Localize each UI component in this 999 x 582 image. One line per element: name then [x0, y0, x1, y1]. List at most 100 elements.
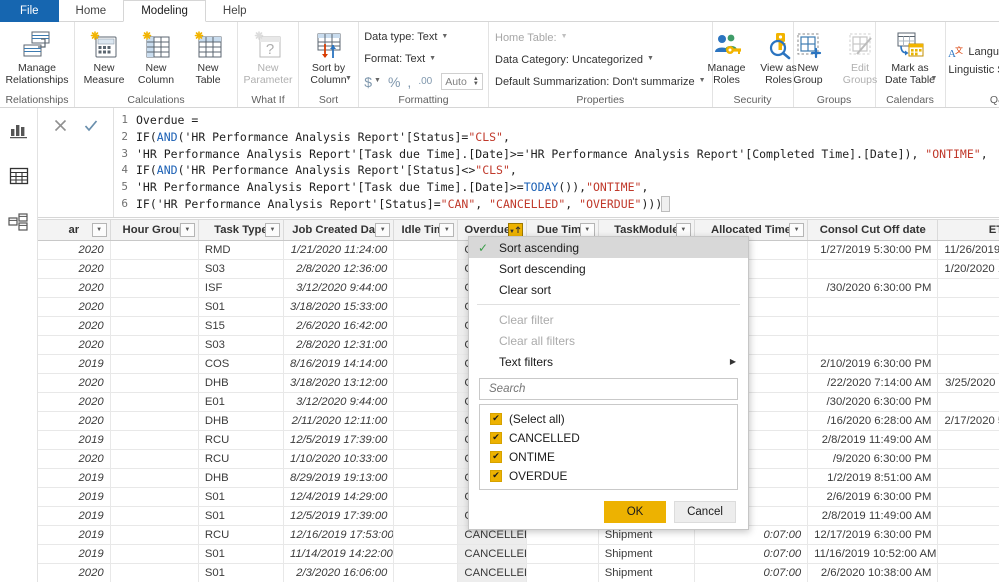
sort-by-column-button[interactable]: Sort by Column ▼ [296, 25, 362, 85]
column-filter-button[interactable]: ▼ [789, 223, 805, 237]
checkbox[interactable]: ✔ [490, 469, 502, 482]
ribbon-group-properties: Home Table: ▼ Data Category: Uncategoriz… [489, 22, 713, 107]
column-header-job-created-date[interactable]: Job Created Date ▼ [283, 219, 395, 241]
chevron-down-icon: ▼ [345, 75, 352, 82]
checkbox[interactable]: ✔ [490, 412, 502, 425]
column-header-task-type[interactable]: Task Type ▼ [198, 219, 285, 241]
tab-home[interactable]: Home [59, 0, 124, 22]
menu-item-sort-descending[interactable]: Sort descending [469, 258, 748, 279]
column-header-idle-time[interactable]: Idle Time ▼ [393, 219, 459, 241]
column-header-consol-cut-off-date[interactable]: Consol Cut Off date [807, 219, 939, 241]
filter-option-cancelled[interactable]: ✔ CANCELLED [480, 428, 737, 447]
table-cell [110, 449, 199, 469]
tab-file[interactable]: File [0, 0, 59, 22]
checkbox[interactable]: ✔ [490, 450, 502, 463]
currency-format-button[interactable]: $ [364, 74, 372, 90]
table-cell: 0:07:00 [694, 544, 809, 564]
manage-roles-button[interactable]: Manage Roles [701, 25, 753, 86]
default-summarization-label: Default Summarization: Don't summarize [495, 75, 695, 88]
table-cell: 1/21/2020 11:24:00 [283, 240, 395, 260]
table-cell: 11/26/2019 8:00:00 PM [937, 240, 999, 260]
decimal-places-stepper[interactable]: Auto ▲ ▼ [441, 73, 483, 90]
ribbon-group-title-qna: Q&A [989, 94, 999, 106]
menu-item-sort-ascending[interactable]: ✓ Sort ascending [469, 237, 748, 258]
column-header-hour-group[interactable]: Hour Group ▼ [110, 219, 199, 241]
new-measure-button[interactable]: New Measure [78, 25, 130, 86]
sort-ascending-icon[interactable]: ▼ [507, 223, 523, 237]
menu-item-clear-all-filters[interactable]: Clear all filters [469, 330, 748, 351]
column-filter-button[interactable]: ▼ [91, 223, 107, 237]
filter-option--select-all-[interactable]: ✔ (Select all) [480, 409, 737, 428]
menu-item-clear-sort[interactable]: Clear sort [469, 279, 748, 300]
new-group-button[interactable]: New Group [782, 25, 834, 86]
data-category-dropdown[interactable]: Data Category: Uncategorized ▼ [495, 50, 706, 70]
table-icon [9, 167, 29, 185]
new-table-button[interactable]: New Table [182, 25, 234, 86]
table-cell: DHB [198, 468, 285, 488]
menu-item-label: Sort ascending [499, 240, 580, 255]
menu-item-label: Text filters [499, 354, 554, 369]
report-view-button[interactable] [4, 116, 34, 144]
new-column-button[interactable]: New Column [130, 25, 182, 86]
column-filter-button[interactable]: ▼ [179, 223, 195, 237]
percent-format-button[interactable]: % [388, 74, 400, 90]
table-cell: 12/5/2019 17:39:00 [283, 506, 395, 526]
comma-format-button[interactable]: , [407, 74, 411, 90]
table-cell: S15 [198, 316, 285, 336]
formula-line-text: 'HR Performance Analysis Report'[Task du… [136, 180, 649, 195]
column-filter-button[interactable]: ▼ [439, 223, 455, 237]
table-cell: ISF [198, 278, 285, 298]
chevron-down-icon: ▼ [429, 54, 437, 62]
table-cell: 8/29/2019 19:13:00 [283, 468, 395, 488]
column-header-ar[interactable]: ar ▼ [38, 219, 111, 241]
filter-cancel-button[interactable]: Cancel [674, 501, 736, 523]
number-format-toolbar: $ ▼ % , .00 Auto ▲ ▼ [364, 71, 483, 92]
mark-as-date-table-button[interactable]: Mark as Date Table ▼ [877, 25, 943, 85]
formula-line: 6 IF('HR Performance Analysis Report'[Sta… [114, 195, 999, 213]
table-cell [393, 240, 459, 260]
filter-option-ontime[interactable]: ✔ ONTIME [480, 447, 737, 466]
language-dropdown[interactable]: A 文 Language ▼ [948, 45, 999, 59]
home-table-dropdown[interactable]: Home Table: ▼ [495, 28, 706, 48]
default-summarization-dropdown[interactable]: Default Summarization: Don't summarize ▼ [495, 72, 706, 92]
column-filter-button[interactable]: ▼ [579, 223, 595, 237]
table-row[interactable]: 2020 S01 2/3/2020 16:06:00 CANCELLED Shipmen… [38, 563, 999, 582]
new-group-label: New Group [793, 62, 823, 86]
formula-commit-button[interactable] [76, 112, 106, 138]
ribbon-group-title-sort: Sort [318, 94, 339, 106]
tab-modeling[interactable]: Modeling [123, 0, 206, 22]
format-dropdown[interactable]: Format: Text ▼ [364, 49, 483, 69]
menu-divider [477, 304, 740, 305]
table-row[interactable]: 2019 S01 11/14/2019 14:22:00 CANCELLED Shipm… [38, 544, 999, 564]
data-type-dropdown[interactable]: Data type: Text ▼ [364, 27, 483, 47]
column-header-etd[interactable]: ETD▼ [937, 219, 999, 241]
formula-cancel-button[interactable] [46, 112, 76, 138]
chevron-down-icon[interactable]: ▼ [374, 77, 381, 84]
filter-search-box[interactable] [479, 378, 738, 400]
model-view-button[interactable] [4, 208, 34, 236]
dax-formula-editor[interactable]: 1 Overdue = 2 IF(AND('HR Performance Analys… [114, 108, 999, 217]
manage-relationships-button[interactable]: Manage Relationships [0, 25, 74, 86]
filter-option-overdue[interactable]: ✔ OVERDUE [480, 466, 737, 485]
filter-value-list[interactable]: ✔ (Select all) ✔ CANCELLED ✔ ONTIME ✔ OVERDUE [479, 404, 738, 490]
tab-help[interactable]: Help [206, 0, 264, 22]
formula-bar: 1 Overdue = 2 IF(AND('HR Performance Analys… [0, 108, 999, 218]
table-cell [110, 411, 199, 431]
column-filter-button[interactable]: ▼ [265, 223, 281, 237]
ribbon-group-title-relationships: Relationships [5, 94, 69, 106]
table-cell [393, 411, 459, 431]
decimal-format-button[interactable]: .00 [418, 76, 432, 87]
menu-item-text-filters[interactable]: Text filters ▶ [469, 351, 748, 372]
column-header-label: Consol Cut Off date [819, 224, 926, 236]
column-filter-menu[interactable]: ✓ Sort ascending Sort descending Clear sort… [468, 236, 749, 530]
filter-search-input[interactable] [487, 382, 730, 396]
column-filter-button[interactable]: ▼ [375, 223, 391, 237]
checkbox[interactable]: ✔ [490, 431, 502, 444]
column-filter-button[interactable]: ▼ [675, 223, 691, 237]
menu-item-clear-filter[interactable]: Clear filter [469, 309, 748, 330]
table-cell: 2019 [38, 506, 111, 526]
filter-ok-button[interactable]: OK [604, 501, 666, 523]
filter-option-label: ONTIME [509, 449, 555, 464]
data-view-button[interactable] [4, 162, 34, 190]
linguistic-schema-dropdown[interactable]: Linguistic Schema ▼ [948, 64, 999, 76]
